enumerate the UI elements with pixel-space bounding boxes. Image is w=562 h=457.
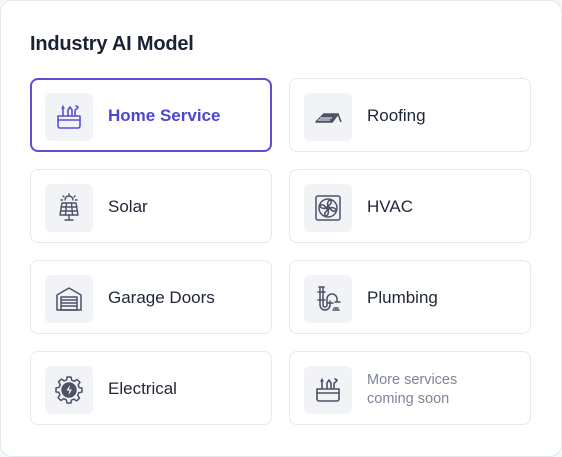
fan-icon <box>304 184 352 232</box>
service-card-home-service[interactable]: Home Service <box>30 78 272 152</box>
service-card-plumbing[interactable]: Plumbing <box>289 260 531 334</box>
service-card-electrical[interactable]: Electrical <box>30 351 272 425</box>
service-label: Garage Doors <box>108 288 215 307</box>
service-card-roofing[interactable]: Roofing <box>289 78 531 152</box>
toolbox-icon <box>45 93 93 141</box>
service-label: Electrical <box>108 379 177 398</box>
service-label: Solar <box>108 197 148 216</box>
solar-panel-icon <box>45 184 93 232</box>
service-label: Roofing <box>367 106 426 125</box>
pipe-icon <box>304 275 352 323</box>
garage-door-icon <box>45 275 93 323</box>
panel-title: Industry AI Model <box>30 33 194 55</box>
coming-soon-label: More services coming soon <box>367 371 487 409</box>
service-card-solar[interactable]: Solar <box>30 169 272 243</box>
coming-soon-line2: coming soon <box>367 391 450 407</box>
service-card-hvac[interactable]: HVAC <box>289 169 531 243</box>
toolbox-icon <box>304 366 352 414</box>
service-card-coming-soon: More services coming soon <box>289 351 531 425</box>
service-label: Plumbing <box>367 288 438 307</box>
industry-model-panel: Industry AI Model Home Service Roofing S… <box>0 0 562 457</box>
coming-soon-line1: More services <box>367 372 458 388</box>
service-label: Home Service <box>108 106 221 125</box>
roof-icon <box>304 93 352 141</box>
electric-gear-icon <box>45 366 93 414</box>
service-label: HVAC <box>367 197 413 216</box>
service-card-garage-doors[interactable]: Garage Doors <box>30 260 272 334</box>
